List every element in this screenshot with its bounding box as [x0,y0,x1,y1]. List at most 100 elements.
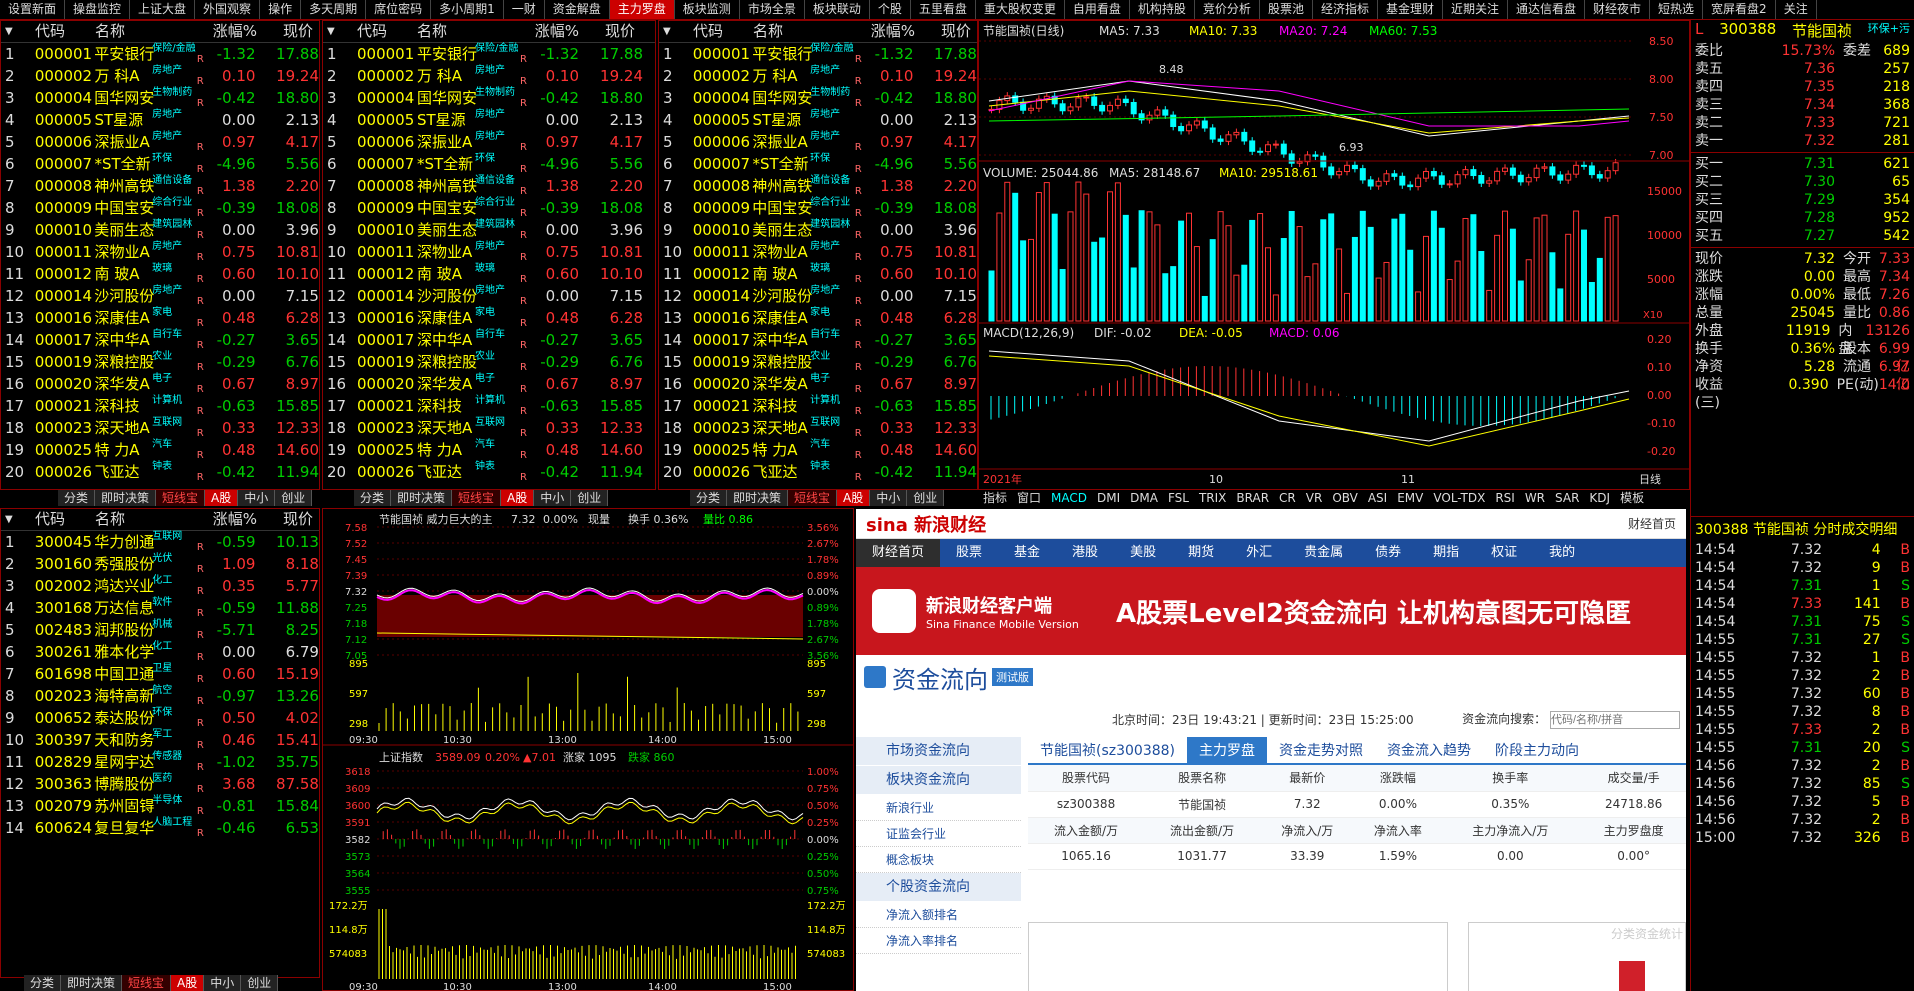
indicator-tab[interactable]: VOL-TDX [1428,490,1490,506]
stock-code[interactable]: 000008 [693,175,753,197]
stock-name[interactable]: 平安银行 [94,43,154,65]
stock-name[interactable]: 飞亚达 [417,461,475,483]
bottom-tab[interactable]: 即时决策 [391,490,453,506]
sina-nav-item[interactable]: 我的 [1533,539,1591,567]
stock-code[interactable]: 000001 [35,43,95,65]
indicator-tab[interactable]: DMI [1092,490,1125,506]
stock-row[interactable]: 18 000023 深天地A 互联网 R 0.33 12.33 [659,417,977,439]
stock-code[interactable]: 000005 [35,109,95,131]
stock-code[interactable]: 000004 [357,87,417,109]
indicator-tab[interactable]: 窗口 [1012,490,1046,506]
bottom-tab[interactable]: 短线宝 [452,490,502,506]
stock-code[interactable]: 000014 [35,285,95,307]
indicator-tab[interactable]: SAR [1550,490,1584,506]
stock-name[interactable]: 美丽生态 [417,219,477,241]
bottom-tab[interactable]: 短线宝 [788,490,838,506]
top-tab[interactable]: 近期关注 [1443,0,1508,19]
stock-row[interactable]: 7 000008 神州高铁 通信设备 R 1.38 2.20 [323,175,655,197]
stock-name[interactable]: 深华发A [94,373,152,395]
indicator-tab[interactable]: EMV [1392,490,1428,506]
stock-code[interactable]: 000012 [693,263,753,285]
stock-name[interactable]: 深康佳A [94,307,152,329]
stock-code[interactable]: 000009 [693,197,753,219]
stock-name[interactable]: 神州高铁 [752,175,812,197]
header-code[interactable]: 代码 [357,21,417,42]
stock-name[interactable]: 深粮控股 [417,351,477,373]
header-name[interactable]: 名称 [95,21,209,42]
stock-code[interactable]: 000005 [693,109,753,131]
stock-row[interactable]: 15 000019 深粮控股 农业 R -0.29 6.76 [323,351,655,373]
quote-code[interactable]: 300388 [1719,20,1776,42]
stock-row[interactable]: 11 000012 南 玻A 玻璃 R 0.60 10.10 [1,263,319,285]
stock-row[interactable]: 16 000020 深华发A 电子 R 0.67 8.97 [323,373,655,395]
stock-name[interactable]: 特 力A [417,439,475,461]
stock-code[interactable]: 002829 [35,751,95,773]
stock-code[interactable]: 000008 [35,175,95,197]
stock-row[interactable]: 13 000016 深康佳A 家电 R 0.48 6.28 [659,307,977,329]
top-tab[interactable]: 板块联动 [805,0,870,19]
sina-nav-item[interactable]: 外汇 [1230,539,1288,567]
stock-row[interactable]: 8 000009 中国宝安 综合行业 R -0.39 18.08 [323,197,655,219]
sina-content-tab[interactable]: 主力罗盘 [1187,737,1268,763]
header-price[interactable]: 现价 [257,21,313,42]
stock-code[interactable]: 000023 [693,417,753,439]
sina-logo[interactable]: sina 新浪财经 [866,511,986,537]
stock-name[interactable]: 国华网安 [752,87,812,109]
indicator-tab[interactable]: 模板 [1615,490,1649,506]
top-tab[interactable]: 宽屏看盘2 [1703,0,1776,19]
indicator-tab[interactable]: TRIX [1194,490,1231,506]
stock-row[interactable]: 9 000010 美丽生态 建筑园林 R 0.00 3.96 [1,219,319,241]
stock-code[interactable]: 000004 [35,87,95,109]
stock-name[interactable]: *ST全新 [94,153,152,175]
bottom-tab[interactable]: 中小 [534,490,572,506]
stock-name[interactable]: ST星源 [417,109,475,131]
stock-name[interactable]: 中国宝安 [94,197,154,219]
stock-name[interactable]: 华力创通 [94,531,154,553]
stock-name[interactable]: 万 科A [94,65,152,87]
stock-row[interactable]: 8 000009 中国宝安 综合行业 R -0.39 18.08 [659,197,977,219]
stock-row[interactable]: 5 000006 深振业A 房地产 R 0.97 4.17 [659,131,977,153]
stock-name[interactable]: ST星源 [752,109,810,131]
stock-row[interactable]: 10 000011 深物业A 房地产 R 0.75 10.81 [323,241,655,263]
top-tab[interactable]: 股票池 [1260,0,1313,19]
stock-code[interactable]: 000652 [35,707,95,729]
stock-code[interactable]: 002002 [35,575,95,597]
header-price[interactable]: 现价 [579,21,635,42]
stock-name[interactable]: 深物业A [417,241,475,263]
stock-row[interactable]: 1 000001 平安银行 保险/金融 R -1.32 17.88 [659,43,977,65]
stock-name[interactable]: 深物业A [94,241,152,263]
stock-row[interactable]: 17 000021 深科技 计算机 R -0.63 15.85 [1,395,319,417]
header-price[interactable]: 现价 [257,509,313,530]
stock-code[interactable]: 000025 [35,439,95,461]
stock-row[interactable]: 14 000017 深中华A 自行车 R -0.27 3.65 [323,329,655,351]
stock-code[interactable]: 000019 [693,351,753,373]
stock-row[interactable]: 1 300045 华力创通 互联网 R -0.59 10.13 [1,531,319,553]
stock-code[interactable]: 000011 [693,241,753,263]
top-tab[interactable]: 设置新面 [0,0,66,19]
stock-code[interactable]: 300160 [35,553,95,575]
stock-row[interactable]: 8 000009 中国宝安 综合行业 R -0.39 18.08 [1,197,319,219]
sina-content-tab[interactable]: 阶段主力动向 [1483,737,1591,763]
stock-row[interactable]: 5 000006 深振业A 房地产 R 0.97 4.17 [323,131,655,153]
stock-name[interactable]: 深科技 [94,395,152,417]
stock-name[interactable]: 深粮控股 [94,351,154,373]
stock-row[interactable]: 3 002002 鸿达兴业 化工 R 0.35 5.77 [1,575,319,597]
stock-name[interactable]: 深科技 [417,395,475,417]
indicator-tab[interactable]: RSI [1490,490,1520,506]
stock-row[interactable]: 12 300363 博腾股份 医药 R 3.68 87.58 [1,773,319,795]
stock-name[interactable]: 中国宝安 [752,197,812,219]
stock-row[interactable]: 4 000005 ST星源 房地产 0.00 2.13 [659,109,977,131]
stock-code[interactable]: 000020 [693,373,753,395]
stock-name[interactable]: 深振业A [417,131,475,153]
stock-name[interactable]: 平安银行 [752,43,812,65]
stock-name[interactable]: *ST全新 [752,153,810,175]
stock-row[interactable]: 9 000652 泰达股份 环保 R 0.50 4.02 [1,707,319,729]
stock-code[interactable]: 000007 [357,153,417,175]
stock-name[interactable]: 南 玻A [94,263,152,285]
stock-name[interactable]: 神州高铁 [417,175,477,197]
stock-row[interactable]: 15 000019 深粮控股 农业 R -0.29 6.76 [1,351,319,373]
stock-code[interactable]: 000001 [357,43,417,65]
stock-row[interactable]: 7 601698 中国卫通 卫星 R 0.60 15.19 [1,663,319,685]
stock-row[interactable]: 2 000002 万 科A 房地产 R 0.10 19.24 [323,65,655,87]
stock-name[interactable]: 润邦股份 [94,619,154,641]
